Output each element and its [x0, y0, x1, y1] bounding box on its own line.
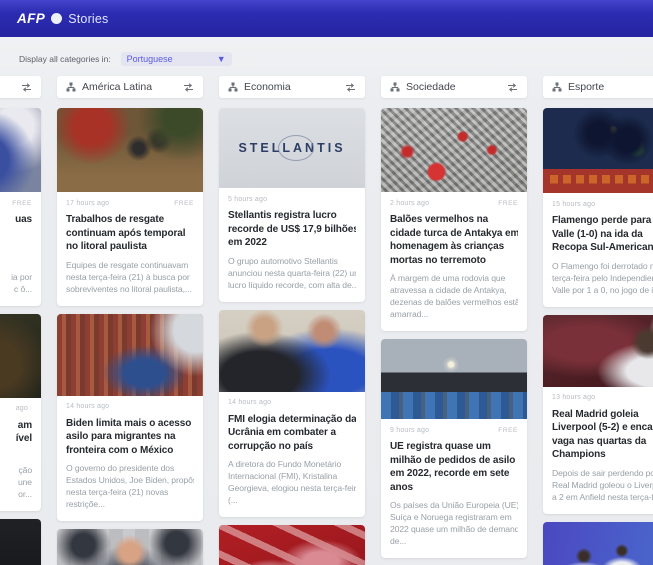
category-columns: FREE uas ia por c ô... ago am ível ção u…: [0, 76, 653, 565]
timestamp: 2 hours ago: [390, 200, 429, 207]
category-column-clipped: FREE uas ia por c ô... ago am ível ção u…: [0, 76, 41, 565]
timestamp: 9 hours ago: [390, 427, 429, 434]
swap-icon[interactable]: [345, 83, 356, 92]
story-card[interactable]: [543, 522, 653, 565]
timestamp: 5 hours ago: [228, 196, 267, 203]
column-title: Esporte: [568, 81, 653, 93]
language-selected-value: Portuguese: [127, 54, 173, 64]
category-column-sociedade: Sociedade 2 hours ago FREE Balões vermel…: [381, 76, 527, 565]
column-header[interactable]: [0, 76, 41, 98]
product-name: Stories: [68, 12, 108, 26]
access-badge: FREE: [498, 200, 518, 207]
afp-stories-app: AFP Stories Display all categories in: P…: [0, 0, 653, 565]
story-image[interactable]: [0, 519, 41, 565]
column-header[interactable]: América Latina: [57, 76, 203, 98]
story-card[interactable]: STELLANTIS 5 hours ago Stellantis regist…: [219, 108, 365, 302]
top-bar: AFP Stories: [0, 0, 653, 37]
afp-logo-dot-icon: [51, 13, 62, 24]
story-title[interactable]: Stellantis registra lucro recorde de US$…: [228, 209, 356, 250]
column-header[interactable]: Esporte: [543, 76, 653, 98]
story-excerpt: Depois de sair perdendo por 2 a 0, o Rea…: [552, 467, 653, 503]
story-title[interactable]: am ível: [0, 419, 32, 460]
timestamp: 17 hours ago: [66, 200, 109, 207]
story-excerpt: ção une or...: [0, 464, 32, 500]
story-title[interactable]: uas: [0, 213, 32, 254]
story-card[interactable]: [219, 525, 365, 565]
timestamp: 15 hours ago: [552, 201, 595, 208]
story-image[interactable]: [381, 108, 527, 192]
story-card[interactable]: 17 hours ago FREE Trabalhos de resgate c…: [57, 108, 203, 306]
category-icon: [66, 82, 76, 92]
story-image[interactable]: [57, 314, 203, 396]
story-card[interactable]: 14 hours ago FMI elogia determinação da …: [219, 310, 365, 518]
story-excerpt: O governo do presidente dos Estados Unid…: [66, 462, 194, 510]
swap-icon[interactable]: [507, 83, 518, 92]
swap-icon[interactable]: [183, 83, 194, 92]
column-header[interactable]: Sociedade: [381, 76, 527, 98]
filter-label: Display all categories in:: [19, 54, 111, 64]
column-title: Sociedade: [406, 81, 501, 93]
access-badge: FREE: [498, 427, 518, 434]
timestamp: 14 hours ago: [228, 399, 271, 406]
story-title[interactable]: Trabalhos de resgate continuam após temp…: [66, 213, 194, 254]
story-card[interactable]: FREE uas ia por c ô...: [0, 108, 41, 306]
story-image[interactable]: [543, 522, 653, 565]
column-title: Economia: [244, 81, 339, 93]
category-column-america-latina: América Latina 17 hours ago FREE Trabalh…: [57, 76, 203, 565]
category-icon: [552, 82, 562, 92]
story-card[interactable]: 9 hours ago FREE UE registra quase um mi…: [381, 339, 527, 558]
story-image[interactable]: [219, 310, 365, 392]
timestamp: ago: [16, 405, 28, 412]
language-dropdown[interactable]: Portuguese ▼: [121, 52, 232, 66]
story-excerpt: A diretora do Fundo Monetário Internacio…: [228, 458, 356, 506]
story-card[interactable]: 2 hours ago FREE Balões vermelhos na cid…: [381, 108, 527, 331]
story-excerpt: Os países da União Europeia (UE), Suíça …: [390, 499, 518, 547]
timestamp: 14 hours ago: [66, 403, 109, 410]
story-title[interactable]: Biden limita mais o acesso a asilo para …: [66, 417, 194, 458]
story-excerpt: À margem de uma rodovia que atravessa a …: [390, 272, 518, 320]
story-title[interactable]: Real Madrid goleia Liverpool (5-2) e enc…: [552, 408, 653, 462]
category-icon: [390, 82, 400, 92]
column-title: América Latina: [82, 81, 177, 93]
column-header[interactable]: Economia: [219, 76, 365, 98]
category-filter-row: Display all categories in: Portuguese ▼: [19, 52, 232, 66]
story-title[interactable]: UE registra quase um milhão de pedidos d…: [390, 440, 518, 494]
story-image[interactable]: [543, 108, 653, 193]
story-image[interactable]: [543, 315, 653, 387]
stellantis-logo-ring: [278, 135, 314, 161]
swap-icon[interactable]: [21, 83, 32, 92]
story-image[interactable]: [57, 529, 203, 565]
story-excerpt: ia por c ô...: [0, 259, 32, 295]
timestamp: 13 hours ago: [552, 394, 595, 401]
story-title[interactable]: Flamengo perde para Del Valle (1-0) na i…: [552, 214, 653, 255]
access-badge: FREE: [12, 200, 32, 207]
story-title[interactable]: Balões vermelhos na cidade turca de Anta…: [390, 213, 518, 267]
story-card[interactable]: [0, 519, 41, 565]
story-card[interactable]: 13 hours ago Real Madrid goleia Liverpoo…: [543, 315, 653, 514]
story-card[interactable]: [57, 529, 203, 565]
story-title[interactable]: FMI elogia determinação da Ucrânia em co…: [228, 413, 356, 454]
category-column-esporte: Esporte 15 hours ago Flamengo perde para…: [543, 76, 653, 565]
story-card[interactable]: 14 hours ago Biden limita mais o acesso …: [57, 314, 203, 522]
access-badge: FREE: [174, 200, 194, 207]
story-card[interactable]: 15 hours ago Flamengo perde para Del Val…: [543, 108, 653, 307]
story-card[interactable]: ago am ível ção une or...: [0, 314, 41, 512]
story-image[interactable]: [0, 314, 41, 398]
story-image-stellantis-logo[interactable]: STELLANTIS: [219, 108, 365, 188]
story-excerpt: O grupo automotivo Stellantis anunciou n…: [228, 255, 356, 291]
story-image[interactable]: [0, 108, 41, 192]
category-icon: [228, 82, 238, 92]
story-excerpt: O Flamengo foi derrotado nesta terça-fei…: [552, 260, 653, 296]
story-image[interactable]: [219, 525, 365, 565]
category-column-economia: Economia STELLANTIS 5 hours ago Stellant…: [219, 76, 365, 565]
story-image[interactable]: [57, 108, 203, 192]
afp-logo: AFP: [17, 11, 45, 26]
story-image[interactable]: [381, 339, 527, 419]
story-excerpt: Equipes de resgate continuavam nesta ter…: [66, 259, 194, 295]
chevron-down-icon: ▼: [217, 55, 226, 64]
